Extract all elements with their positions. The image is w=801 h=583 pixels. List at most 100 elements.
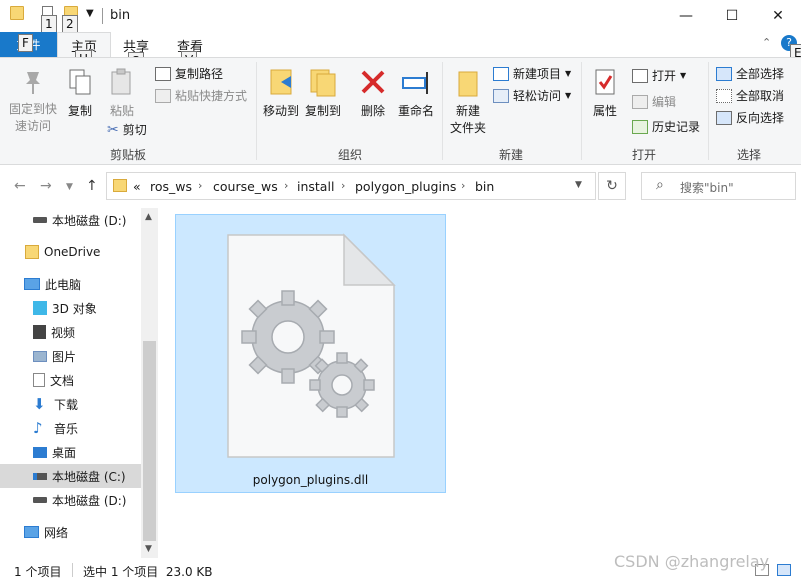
cut-button[interactable]: ✂ 剪切 — [107, 121, 147, 138]
breadcrumb-item[interactable]: ros_ws — [150, 179, 192, 194]
invert-selection-label: 反向选择 — [736, 111, 785, 125]
address-bar[interactable]: « ros_ws › course_ws › install › polygon… — [106, 172, 596, 200]
refresh-icon: ↻ — [606, 178, 618, 194]
copy-label: 复制 — [67, 104, 92, 118]
recent-locations-icon[interactable]: ▼ — [66, 182, 73, 192]
search-box[interactable]: ⌕ 搜索"bin" — [641, 172, 796, 200]
large-icons-view-icon[interactable] — [777, 564, 791, 576]
nav-item-label: 视频 — [51, 325, 76, 340]
scroll-down-icon[interactable]: ▼ — [145, 544, 152, 554]
copy-to-button[interactable]: 复制到 — [304, 68, 342, 120]
nav-item-drive-d[interactable]: 本地磁盘 (D:) — [0, 208, 141, 232]
invert-selection-icon — [716, 110, 732, 125]
system-drive-icon — [33, 472, 47, 480]
dropdown-icon: ▼ — [565, 69, 572, 78]
folder-icon — [113, 179, 127, 192]
group-label-new: 新建 — [498, 148, 523, 162]
refresh-button[interactable]: ↻ — [598, 172, 626, 200]
easy-access-icon — [493, 88, 509, 103]
address-dropdown-icon[interactable]: ▼ — [575, 180, 582, 190]
paste-icon — [111, 68, 131, 95]
copy-to-icon — [310, 69, 336, 97]
pin-label-1: 固定到快 — [8, 102, 57, 116]
paste-button[interactable]: 粘贴 — [106, 68, 138, 120]
nav-item-network[interactable]: 网络 — [0, 520, 141, 544]
open-icon — [632, 68, 648, 83]
edit-button[interactable]: 编辑 — [632, 93, 676, 110]
properties-button[interactable]: 属性 — [588, 68, 622, 120]
breadcrumb-item[interactable]: bin — [475, 179, 494, 194]
breadcrumb-item[interactable]: install — [297, 179, 334, 194]
nav-item-drive-d-2[interactable]: 本地磁盘 (D:) — [0, 488, 141, 512]
qat-dropdown-icon[interactable]: ▼ — [86, 8, 94, 19]
nav-item-documents[interactable]: 文档 — [0, 368, 141, 392]
window-title: bin — [110, 8, 131, 23]
invert-selection-button[interactable]: 反向选择 — [716, 109, 784, 126]
group-label-select: 选择 — [736, 148, 761, 162]
scrollbar-thumb[interactable] — [143, 341, 156, 541]
nav-item-onedrive[interactable]: OneDrive — [0, 240, 141, 264]
search-icon: ⌕ — [656, 177, 664, 193]
open-label: 打开 — [652, 69, 677, 83]
computer-icon — [24, 278, 40, 290]
title-bar: 1 2 ▼ bin — ☐ ✕ — [0, 0, 801, 33]
video-icon — [33, 325, 46, 339]
nav-item-drive-c[interactable]: 本地磁盘 (C:) — [0, 464, 141, 488]
copy-path-button[interactable]: 复制路径 — [155, 65, 223, 82]
history-button[interactable]: 历史记录 — [632, 118, 700, 135]
select-none-button[interactable]: 全部取消 — [716, 87, 784, 104]
new-item-button[interactable]: 新建项目 ▼ — [493, 65, 571, 82]
scroll-up-icon[interactable]: ▲ — [145, 212, 152, 222]
copy-path-label: 复制路径 — [175, 67, 224, 81]
nav-item-music[interactable]: ♪ 音乐 — [0, 416, 141, 440]
nav-item-label: 桌面 — [52, 445, 77, 460]
chevron-right-icon[interactable]: › — [341, 179, 345, 192]
group-label-open: 打开 — [631, 148, 656, 162]
delete-button[interactable]: 删除 — [357, 68, 389, 120]
nav-item-label: 此电脑 — [45, 277, 82, 292]
breadcrumb-item[interactable]: course_ws — [213, 179, 278, 194]
back-button[interactable]: ← — [14, 178, 26, 194]
chevron-right-icon[interactable]: › — [284, 179, 288, 192]
nav-item-downloads[interactable]: ⬇ 下载 — [0, 392, 141, 416]
nav-item-label: 网络 — [44, 525, 69, 540]
nav-scrollbar[interactable]: ▲ ▼ — [141, 208, 158, 558]
new-folder-button[interactable]: 新建 文件夹 — [448, 68, 488, 137]
paste-shortcut-button[interactable]: 粘贴快捷方式 — [155, 87, 247, 104]
nav-item-3d-objects[interactable]: 3D 对象 — [0, 296, 141, 320]
search-placeholder: 搜索"bin" — [680, 181, 734, 195]
keytip-file: F — [18, 34, 33, 52]
maximize-button[interactable]: ☐ — [709, 0, 755, 32]
network-icon — [24, 526, 39, 538]
move-to-label: 移动到 — [262, 104, 299, 118]
nav-item-pictures[interactable]: 图片 — [0, 344, 141, 368]
keytip-qat-1: 1 — [41, 15, 57, 33]
breadcrumb-overflow[interactable]: « — [133, 179, 141, 194]
close-button[interactable]: ✕ — [755, 0, 801, 32]
new-folder-label-1: 新建 — [455, 104, 480, 118]
nav-item-label: 3D 对象 — [52, 301, 97, 316]
file-item[interactable]: polygon_plugins.dll — [175, 214, 446, 493]
ribbon-collapse-icon[interactable]: ⌃ — [762, 36, 771, 49]
open-button[interactable]: 打开 ▼ — [632, 67, 686, 84]
history-label: 历史记录 — [652, 120, 701, 134]
forward-button[interactable]: → — [40, 178, 52, 194]
select-all-button[interactable]: 全部选择 — [716, 65, 784, 82]
nav-item-label: OneDrive — [44, 245, 101, 259]
easy-access-button[interactable]: 轻松访问 ▼ — [493, 87, 571, 104]
breadcrumb-item[interactable]: polygon_plugins — [355, 179, 456, 194]
move-to-button[interactable]: 移动到 — [262, 68, 300, 120]
group-separator — [708, 62, 709, 160]
new-item-label: 新建项目 — [513, 67, 562, 81]
up-button[interactable]: ↑ — [86, 178, 98, 194]
minimize-button[interactable]: — — [663, 0, 709, 32]
nav-item-this-pc[interactable]: 此电脑 — [0, 272, 141, 296]
rename-button[interactable]: 重命名 — [396, 68, 436, 120]
folder-icon — [10, 6, 24, 20]
copy-button[interactable]: 复制 — [64, 68, 96, 120]
pin-quick-access-button[interactable]: 固定到快 速访问 — [6, 68, 60, 135]
nav-item-desktop[interactable]: 桌面 — [0, 440, 141, 464]
nav-item-videos[interactable]: 视频 — [0, 320, 141, 344]
chevron-right-icon[interactable]: › — [461, 179, 465, 192]
chevron-right-icon[interactable]: › — [198, 179, 202, 192]
